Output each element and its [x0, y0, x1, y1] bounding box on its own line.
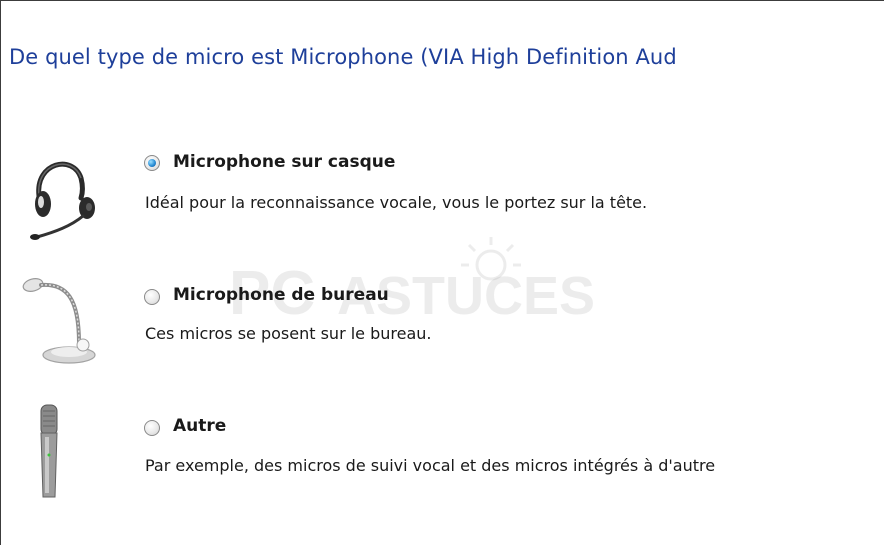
microphone-setup-window: De quel type de micro est Microphone (VI… [0, 0, 884, 545]
option-title-other[interactable]: Autre [173, 416, 226, 436]
option-description-desk-microphone: Ces micros se posent sur le bureau. [145, 324, 432, 343]
option-other[interactable]: Autre Par exemple, des micros de suivi v… [1, 401, 884, 501]
option-title-desk-microphone[interactable]: Microphone de bureau [173, 285, 389, 305]
radio-other[interactable] [144, 420, 160, 436]
page-title: De quel type de micro est Microphone (VI… [9, 45, 677, 69]
radio-headset[interactable] [144, 155, 160, 171]
headset-icon [30, 161, 95, 240]
option-title-headset[interactable]: Microphone sur casque [173, 152, 395, 172]
option-desk-microphone[interactable]: Microphone de bureau Ces micros se posen… [1, 269, 884, 369]
option-headset[interactable]: Microphone sur casque Idéal pour la reco… [1, 136, 884, 240]
radio-desk-microphone[interactable] [144, 289, 160, 305]
option-description-other: Par exemple, des micros de suivi vocal e… [145, 456, 716, 475]
desk-microphone-icon [22, 278, 96, 364]
handheld-microphone-icon [40, 404, 58, 498]
option-description-headset: Idéal pour la reconnaissance vocale, vou… [145, 193, 648, 212]
